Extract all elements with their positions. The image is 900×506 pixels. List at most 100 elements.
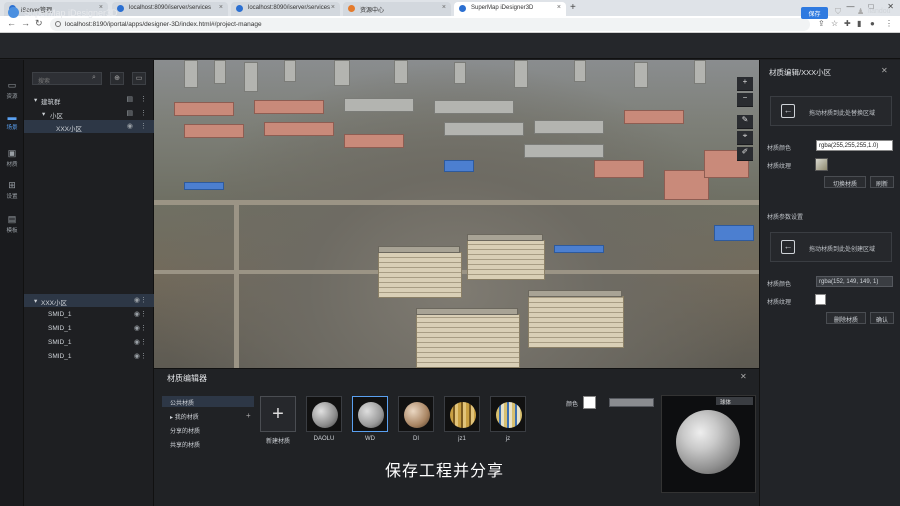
close-icon[interactable]: × bbox=[331, 4, 335, 11]
extensions-icon[interactable]: ✚ bbox=[844, 19, 851, 28]
material-tile[interactable] bbox=[490, 396, 526, 432]
replace-dropzone[interactable]: ← 拖动材质到此处替换区域 bbox=[770, 96, 892, 126]
layer-icon[interactable]: ▤ bbox=[126, 109, 133, 117]
material-tile-selected[interactable] bbox=[352, 396, 388, 432]
minimize-icon[interactable]: — bbox=[846, 2, 854, 11]
layer-row-selected[interactable]: ▾ XXX小区 ◉ ⋮ bbox=[24, 294, 154, 307]
browser-tab-active[interactable]: SuperMap iDesigner3D × bbox=[454, 2, 566, 16]
forward-icon[interactable]: → bbox=[21, 18, 30, 28]
rail-item-settings[interactable]: ⊞ 设置 bbox=[0, 180, 24, 200]
more-icon[interactable]: ⋮ bbox=[140, 324, 147, 332]
zoom-in-icon[interactable]: + bbox=[737, 77, 753, 91]
material-name: jz bbox=[505, 436, 511, 442]
more-icon[interactable]: ⋮ bbox=[140, 95, 147, 103]
category-co-shared[interactable]: 共享的材质 bbox=[162, 438, 254, 449]
new-building[interactable] bbox=[528, 290, 624, 348]
new-material-button[interactable]: + bbox=[260, 396, 296, 432]
shield-icon[interactable]: ⛉ bbox=[835, 7, 841, 17]
layer-row[interactable]: SMID_1 ◉ ⋮ bbox=[24, 308, 154, 321]
color-swatch[interactable] bbox=[583, 396, 596, 409]
profile-icon[interactable]: ● bbox=[870, 19, 875, 28]
add-category-icon[interactable]: + bbox=[246, 411, 251, 420]
layer-row[interactable]: SMID_1 ◉ ⋮ bbox=[24, 322, 154, 335]
edit-icon[interactable]: ✎ bbox=[737, 115, 753, 129]
new-building[interactable] bbox=[416, 308, 520, 368]
pen-icon[interactable]: ✐ bbox=[737, 147, 753, 161]
url-field[interactable]: localhost:8190/iportal/apps/designer-3D/… bbox=[50, 18, 810, 31]
expand-icon[interactable]: ▾ bbox=[34, 96, 37, 104]
3d-scene-viewport[interactable] bbox=[154, 60, 759, 368]
more-icon[interactable]: ⋮ bbox=[140, 352, 147, 360]
material-editor-title: 材质编辑器 bbox=[167, 374, 207, 383]
menu-icon[interactable]: ⋮ bbox=[885, 19, 893, 28]
new-building[interactable] bbox=[467, 234, 545, 280]
expand-icon[interactable]: ▾ bbox=[34, 297, 37, 305]
layer-icon[interactable]: ▤ bbox=[126, 95, 133, 103]
category-shared[interactable]: 分享的材质 bbox=[162, 424, 254, 435]
share-icon[interactable]: ⇪ bbox=[818, 19, 825, 28]
material-tile[interactable] bbox=[306, 396, 342, 432]
more-icon[interactable]: ⋮ bbox=[140, 338, 147, 346]
close-icon[interactable]: × bbox=[442, 4, 446, 11]
texture-thumbnail[interactable] bbox=[815, 158, 828, 171]
save-button[interactable]: 保存 bbox=[801, 7, 828, 19]
building bbox=[214, 60, 226, 84]
new-tab-button[interactable]: + bbox=[570, 2, 576, 13]
rail-item-material[interactable]: ▣ 材质 bbox=[0, 148, 24, 168]
tree-item[interactable]: ▾ 小区 ▤ ⋮ bbox=[24, 107, 154, 120]
building bbox=[334, 60, 350, 86]
new-building[interactable] bbox=[378, 246, 462, 298]
import-button[interactable]: ▭ bbox=[132, 72, 146, 85]
confirm-button[interactable]: 确认 bbox=[870, 312, 894, 324]
rail-item-template[interactable]: ▤ 模板 bbox=[0, 214, 24, 234]
opacity-slider[interactable] bbox=[609, 398, 654, 407]
toggle-texture-button[interactable]: 切换材质 bbox=[824, 176, 866, 188]
texture-label: 材质纹理 bbox=[767, 300, 792, 306]
locate-icon[interactable]: ⌖ bbox=[737, 131, 753, 145]
back-icon[interactable]: ← bbox=[7, 18, 16, 28]
browser-tab[interactable]: localhost:8090/iserver/services × bbox=[231, 2, 340, 16]
star-icon[interactable]: ☆ bbox=[831, 19, 838, 28]
building bbox=[184, 124, 244, 138]
category-public[interactable]: 公共材质 bbox=[162, 396, 254, 407]
preview-mode-select[interactable]: 球体 bbox=[716, 397, 753, 406]
close-icon[interactable]: × bbox=[557, 4, 561, 11]
close-icon[interactable]: × bbox=[219, 4, 223, 11]
more-icon[interactable]: ⋮ bbox=[140, 296, 147, 304]
more-icon[interactable]: ⋮ bbox=[140, 109, 147, 117]
info-icon bbox=[55, 21, 61, 27]
material-tile[interactable] bbox=[444, 396, 480, 432]
material-tile[interactable] bbox=[398, 396, 434, 432]
sidebar-icon[interactable]: ▮ bbox=[857, 19, 861, 28]
building bbox=[444, 122, 524, 136]
eye-icon[interactable]: ◉ bbox=[127, 122, 133, 130]
close-icon[interactable]: ✕ bbox=[881, 66, 888, 75]
texture-swatch[interactable] bbox=[815, 294, 826, 305]
category-mine[interactable]: ▸ 我的材质 bbox=[162, 410, 254, 421]
close-icon[interactable]: ✕ bbox=[740, 372, 747, 381]
more-icon[interactable]: ⋮ bbox=[140, 122, 147, 130]
tree-item[interactable]: ▾ 建筑群 ▤ ⋮ bbox=[24, 93, 154, 106]
more-icon[interactable]: ⋮ bbox=[140, 310, 147, 318]
reload-icon[interactable]: ↻ bbox=[35, 18, 43, 29]
drop-arrow-icon: ← bbox=[781, 240, 795, 254]
rail-item-scene[interactable]: ▬ 场景 bbox=[0, 112, 24, 131]
tree-item-selected[interactable]: XXX小区 ◉ ⋮ bbox=[24, 120, 154, 133]
username[interactable]: liandou bbox=[868, 8, 891, 15]
color-input[interactable]: rgba(255,255,255,1.0) bbox=[816, 140, 893, 151]
layer-row[interactable]: SMID_1 ◉ ⋮ bbox=[24, 336, 154, 349]
rail-item-resources[interactable]: ▭ 资源 bbox=[0, 80, 24, 100]
layer-row[interactable]: SMID_1 ◉ ⋮ bbox=[24, 350, 154, 363]
layer-label: XXX小区 bbox=[41, 300, 68, 307]
video-caption: 保存工程并分享 bbox=[385, 463, 505, 480]
color-input[interactable]: rgba(152, 149, 149, 1) bbox=[816, 276, 893, 287]
browser-tab[interactable]: localhost:8090/iserver/services × bbox=[112, 2, 228, 16]
delete-material-button[interactable]: 删除材质 bbox=[826, 312, 866, 324]
add-folder-button[interactable]: ⊕ bbox=[110, 72, 124, 85]
texture-label: 材质纹理 bbox=[767, 164, 792, 170]
expand-icon[interactable]: ▾ bbox=[42, 110, 45, 118]
zoom-out-icon[interactable]: − bbox=[737, 93, 753, 107]
refresh-button[interactable]: 刷新 bbox=[870, 176, 894, 188]
browser-tab[interactable]: 资源中心 × bbox=[343, 2, 451, 16]
create-dropzone[interactable]: ← 拖动材质到此处创建区域 bbox=[770, 232, 892, 262]
